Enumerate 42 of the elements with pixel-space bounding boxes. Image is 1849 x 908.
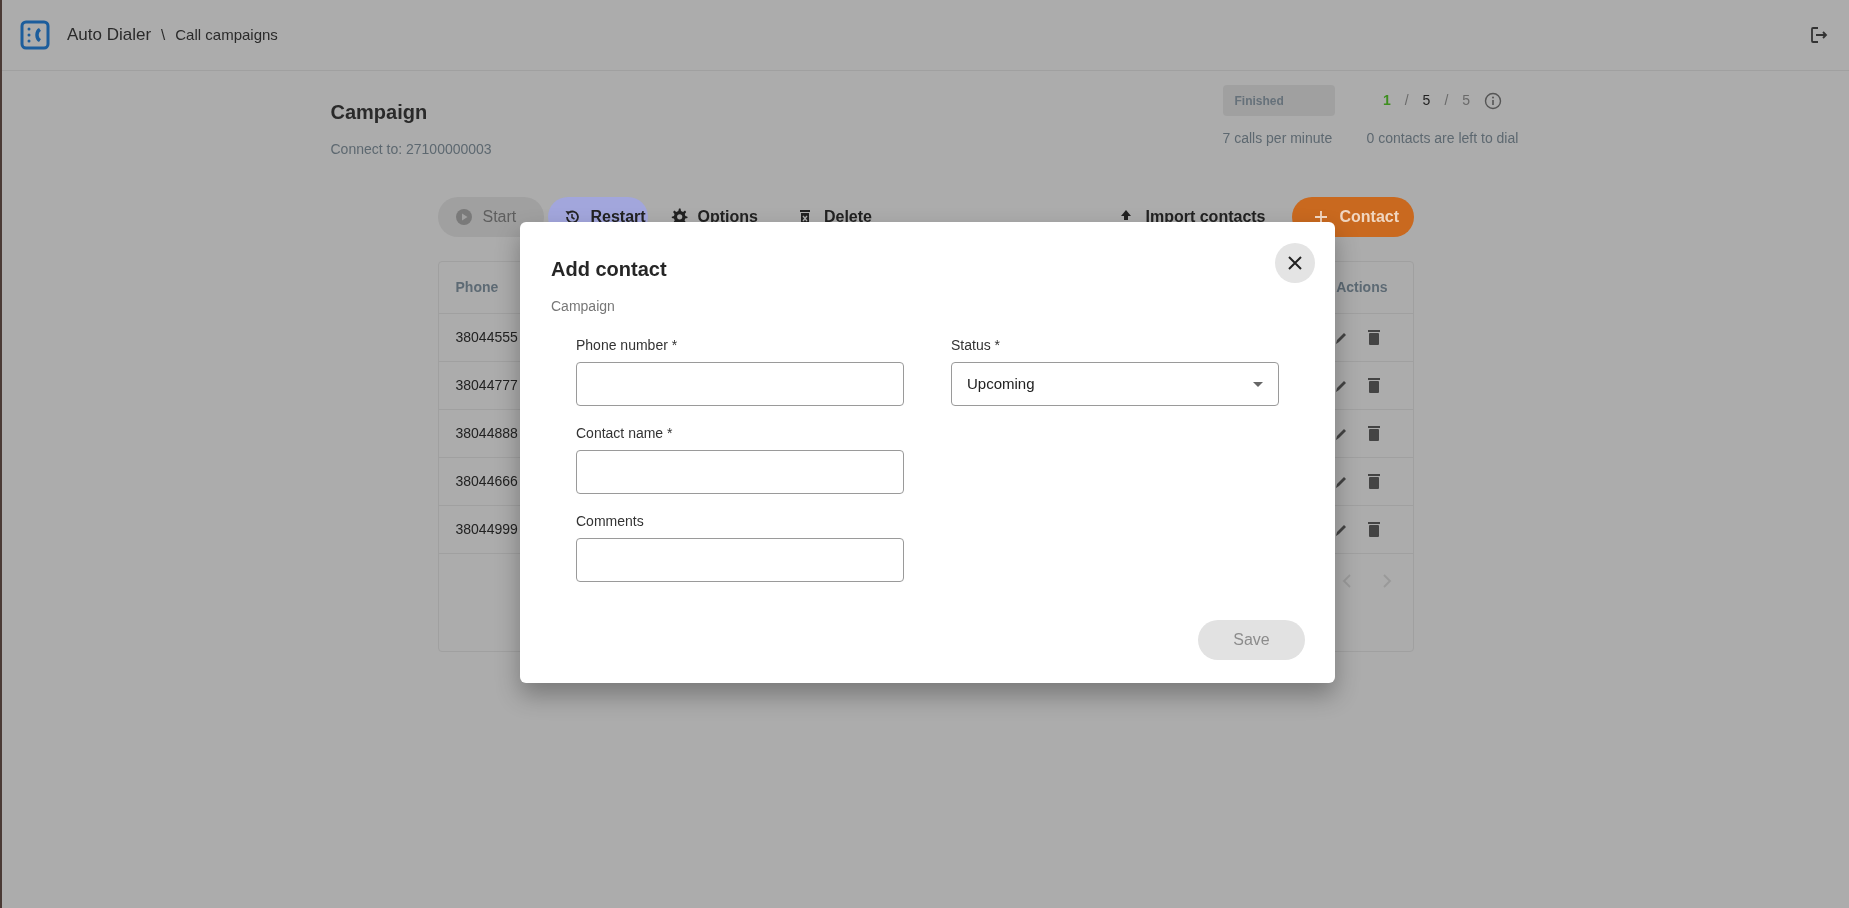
app-title: Auto Dialer — [67, 24, 152, 47]
count-separator: / — [1444, 91, 1449, 110]
play-icon — [454, 208, 473, 226]
breadcrumb-separator: \ — [161, 24, 166, 45]
logout-icon[interactable] — [1809, 25, 1829, 45]
dialog-subtitle: Campaign — [551, 297, 616, 316]
field-label: Contact name * — [576, 424, 674, 443]
column-header: Phone — [455, 278, 499, 297]
count-separator: / — [1404, 91, 1409, 110]
field-label: Comments — [576, 512, 645, 531]
campaign-title: Campaign — [330, 100, 429, 125]
trash-icon[interactable] — [1366, 377, 1381, 394]
status-dropdown[interactable]: Upcoming — [951, 362, 1279, 406]
caret-icon — [1253, 381, 1263, 387]
phone-cell-text: 38044555 — [455, 328, 518, 347]
phone-cell-text: 38044999 — [455, 520, 518, 539]
total-count: 5 — [1422, 91, 1431, 110]
info-icon[interactable] — [1484, 91, 1503, 110]
input-field[interactable] — [576, 538, 904, 582]
phone-cell-text: 38044888 — [455, 424, 518, 443]
field-label: Status * — [951, 336, 1002, 355]
trash-icon[interactable] — [1366, 329, 1381, 346]
dialog-title: Add contact — [551, 257, 668, 282]
calls-rate-text: 7 calls per minute — [1222, 129, 1333, 148]
input-field[interactable] — [576, 450, 904, 494]
phone-cell-text: 38044777 — [455, 376, 518, 395]
close-icon — [1288, 256, 1302, 270]
trash-icon[interactable] — [1366, 473, 1381, 490]
breadcrumb-link[interactable]: Call campaigns — [175, 23, 278, 47]
done-count: 1 — [1382, 91, 1391, 110]
connect-to-text: Connect to: 27100000003 — [330, 140, 493, 159]
trash-icon[interactable] — [1366, 521, 1381, 538]
field-label: Phone number * — [576, 336, 679, 355]
close-button[interactable] — [1275, 243, 1315, 283]
status-badge: Finished — [1222, 85, 1335, 116]
all-count: 5 — [1462, 91, 1471, 110]
input-field[interactable] — [576, 362, 904, 406]
column-header: Actions — [1336, 278, 1388, 297]
phone-logo-icon — [20, 20, 50, 50]
trash-icon[interactable] — [1366, 425, 1381, 442]
contacts-left-text: 0 contacts are left to dial — [1366, 129, 1519, 148]
phone-cell-text: 38044666 — [455, 472, 518, 491]
